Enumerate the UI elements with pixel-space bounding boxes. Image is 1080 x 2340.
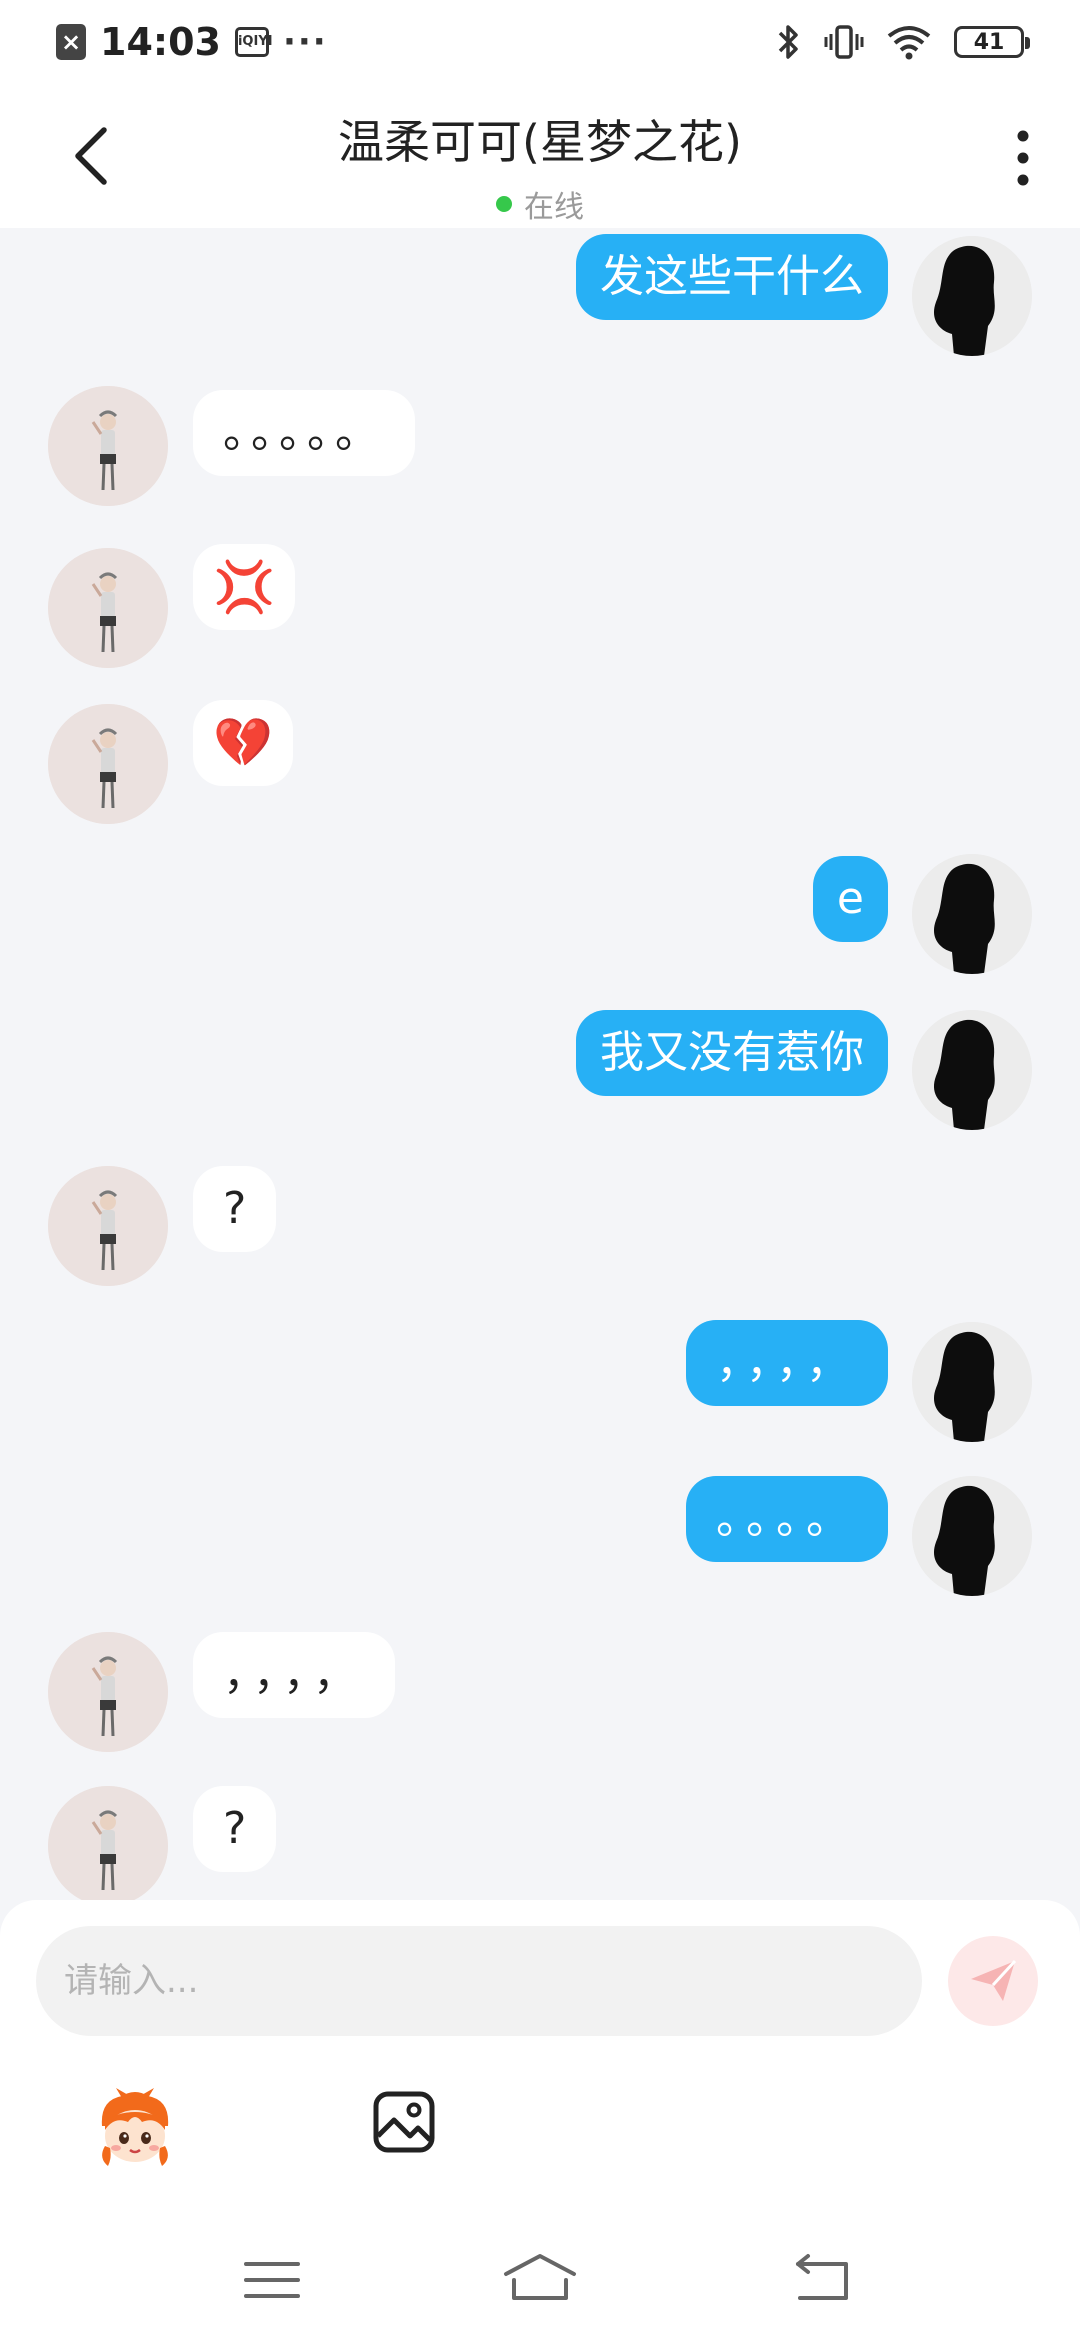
online-dot-icon (496, 196, 512, 212)
menu-lines-icon (244, 2262, 300, 2298)
anime-girl-avatar-icon (48, 1786, 168, 1900)
cartoon-sticker-icon (101, 2088, 169, 2166)
more-options-button[interactable] (1008, 128, 1038, 188)
online-status: 在线 (496, 182, 584, 226)
avatar[interactable] (912, 1476, 1032, 1596)
anime-girl-avatar-icon (48, 548, 168, 668)
send-button[interactable] (948, 1936, 1038, 2026)
message-bubble[interactable]: 发这些干什么 (576, 234, 888, 320)
message-bubble[interactable]: 。。。。。 (193, 390, 415, 476)
message-input[interactable] (36, 1926, 922, 2036)
anime-girl-avatar-icon (48, 1632, 168, 1752)
avatar[interactable] (912, 236, 1032, 356)
more-vertical-icon (1017, 130, 1029, 186)
avatar[interactable] (48, 386, 168, 506)
contact-name: 温柔可可(星梦之花) (338, 115, 742, 169)
message-bubble[interactable]: ，，，， (193, 1632, 395, 1718)
status-right: 41 (774, 22, 1030, 62)
user-silhouette-icon (912, 854, 1032, 974)
message-bubble[interactable]: e (812, 856, 888, 942)
user-silhouette-icon (912, 1322, 1032, 1442)
status-bar: × 14:03 iQIYI ··· 41 (0, 0, 1080, 84)
bluetooth-icon (778, 25, 798, 59)
message-bubble[interactable]: ? (193, 1786, 277, 1872)
avatar[interactable] (48, 1166, 168, 1286)
message-bubble[interactable]: ? (193, 1166, 277, 1252)
battery-icon: 41 (954, 26, 1030, 58)
home-nav-button[interactable] (500, 2250, 580, 2310)
image-icon (373, 2091, 435, 2153)
user-silhouette-icon (912, 1476, 1032, 1596)
more-notifications-icon: ··· (282, 22, 328, 62)
home-icon (504, 2254, 576, 2300)
status-left: × 14:03 iQIYI ··· (56, 20, 328, 64)
user-silhouette-icon (912, 236, 1032, 356)
system-nav-bar (0, 2220, 1080, 2340)
title-block: 温柔可可(星梦之花) 在线 (0, 106, 1080, 226)
status-time: 14:03 (100, 20, 221, 64)
iqiyi-icon: iQIYI (234, 27, 273, 57)
online-status-label: 在线 (524, 190, 584, 225)
notification-x-icon: × (56, 24, 86, 60)
back-nav-button[interactable] (782, 2250, 862, 2310)
avatar[interactable] (912, 1322, 1032, 1442)
return-icon (796, 2254, 848, 2300)
avatar[interactable] (912, 1010, 1032, 1130)
avatar[interactable] (48, 548, 168, 668)
anime-girl-avatar-icon (48, 704, 168, 824)
message-list[interactable]: 发这些干什么 。。。。。 💢 💔 e 我又没有惹你 ? ，，，， 。。。。 ，，… (0, 228, 1080, 1900)
image-button[interactable] (372, 2090, 436, 2154)
avatar[interactable] (912, 854, 1032, 974)
user-silhouette-icon (912, 1010, 1032, 1130)
chat-header: 温柔可可(星梦之花) 在线 (0, 84, 1080, 228)
menu-nav-button[interactable] (232, 2250, 312, 2310)
vibrate-icon (824, 25, 864, 59)
wifi-icon (887, 26, 931, 60)
broken-heart-emoji-bubble[interactable]: 💔 (193, 700, 293, 786)
anime-girl-avatar-icon (48, 1166, 168, 1286)
avatar[interactable] (48, 704, 168, 824)
anger-emoji-bubble[interactable]: 💢 (193, 544, 296, 630)
avatar[interactable] (48, 1632, 168, 1752)
message-bubble[interactable]: ，，，， (686, 1320, 888, 1406)
avatar[interactable] (48, 1786, 168, 1900)
message-bubble[interactable]: 。。。。 (686, 1476, 888, 1562)
sticker-button[interactable] (92, 2086, 178, 2172)
anime-girl-avatar-icon (48, 386, 168, 506)
send-paper-plane-icon (971, 1959, 1017, 2001)
message-bubble[interactable]: 我又没有惹你 (576, 1010, 888, 1096)
